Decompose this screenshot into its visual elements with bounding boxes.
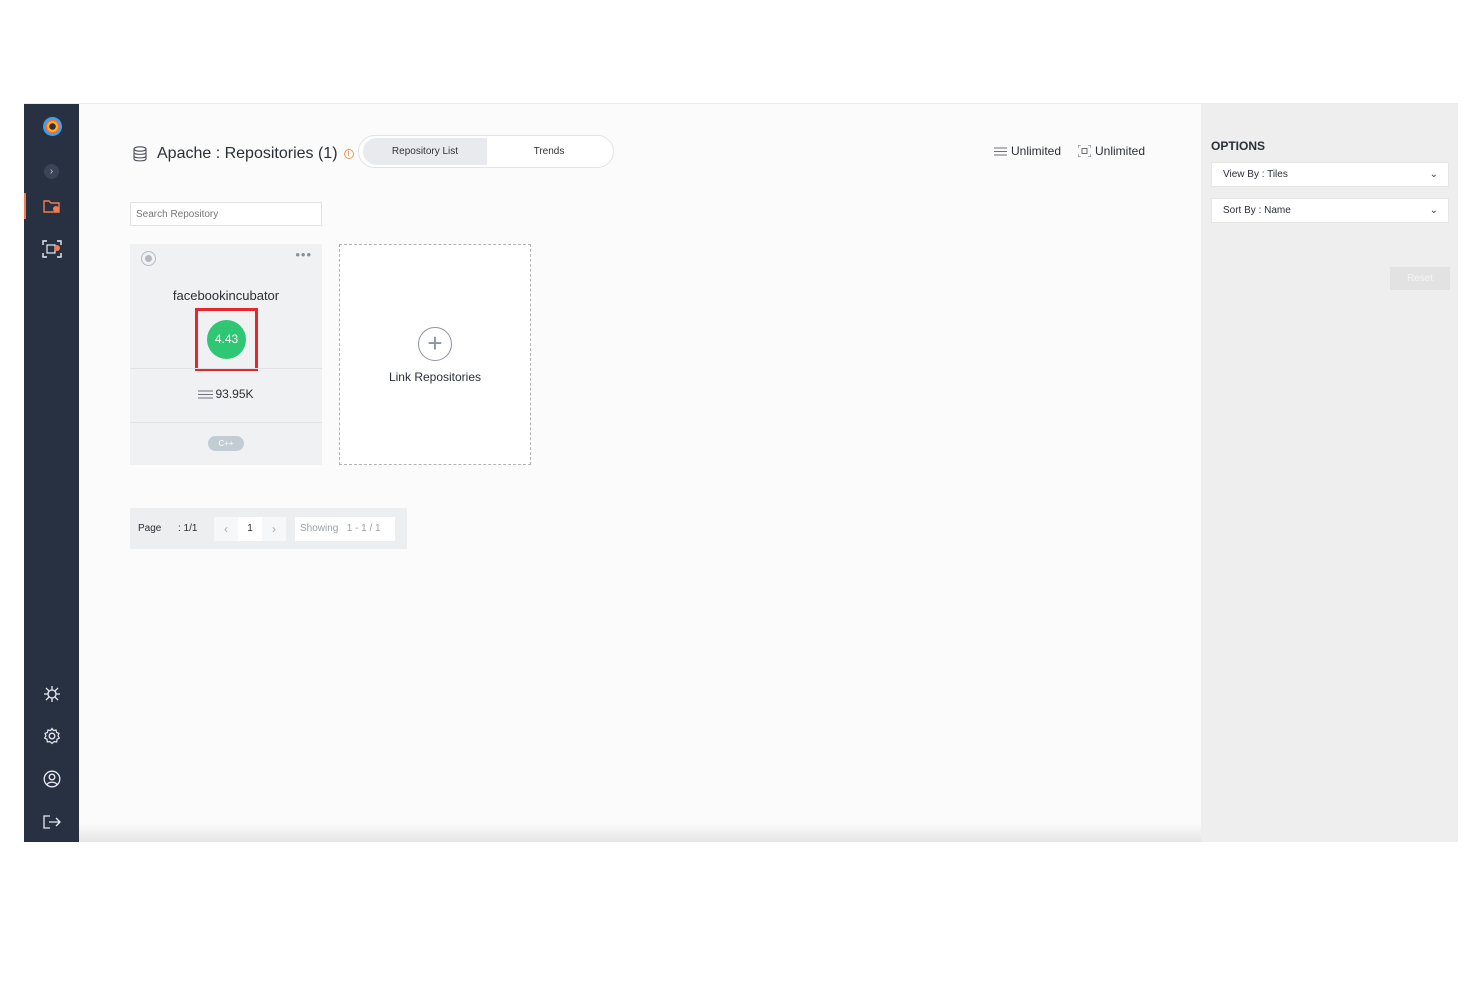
sidebar-item-integrations[interactable]: [24, 679, 79, 709]
scan-quota: Unlimited: [1078, 144, 1145, 158]
options-title: OPTIONS: [1211, 139, 1266, 153]
repository-card[interactable]: ••• facebookincubator 4.43 93.95K C++: [130, 244, 322, 465]
language-badge: C++: [208, 436, 244, 451]
app-logo-icon[interactable]: [43, 117, 62, 136]
view-by-value: View By : Tiles: [1223, 169, 1288, 180]
link-repositories-card[interactable]: + Link Repositories: [339, 244, 531, 465]
page-title: Apache : Repositories (1): [157, 145, 338, 162]
sort-by-value: Sort By : Name: [1223, 205, 1291, 216]
lines-icon: [994, 147, 1007, 155]
chevron-down-icon: ⌄: [1429, 205, 1438, 216]
tab-repository-list[interactable]: Repository List: [363, 138, 487, 165]
view-by-select[interactable]: View By : Tiles ⌄: [1211, 162, 1449, 187]
integrations-icon: [43, 686, 60, 702]
lines-of-code: 93.95K: [130, 387, 322, 401]
view-toggle: Repository List Trends: [358, 135, 614, 168]
app-window: › Apache: Repositories (1) i Repository…: [24, 103, 1458, 842]
showing-range: Showing 1 - 1 / 1: [295, 516, 395, 541]
search-input[interactable]: [130, 202, 322, 226]
link-repositories-label[interactable]: Link Repositories: [340, 370, 530, 384]
chevron-down-icon: ⌄: [1429, 169, 1438, 180]
chevron-left-icon[interactable]: ‹: [214, 516, 238, 541]
sidebar-item-repositories[interactable]: [24, 191, 79, 221]
github-icon: [141, 251, 156, 266]
sidebar-item-profile[interactable]: [24, 764, 79, 794]
main-content: Apache : Repositories (1) i Repository L…: [79, 104, 1201, 842]
pagination: Page : 1/1 ‹ 1 › Showing 1 - 1 / 1: [130, 508, 407, 549]
loc-quota-value: Unlimited: [1011, 144, 1062, 158]
sidebar-item-scan[interactable]: [24, 234, 79, 264]
page-label: Page: [138, 523, 162, 534]
scan-quota-icon: [1078, 145, 1091, 157]
settings-icon: [43, 727, 60, 745]
logout-icon: [42, 815, 61, 829]
repository-name[interactable]: facebookincubator: [130, 288, 322, 303]
lines-of-code-value: 93.95K: [215, 387, 254, 401]
bottom-shade: [79, 823, 1201, 842]
options-panel: OPTIONS View By : Tiles ⌄ Sort By : Name…: [1201, 104, 1458, 842]
more-options-icon[interactable]: •••: [295, 247, 312, 262]
sidebar: ›: [24, 104, 79, 842]
info-icon[interactable]: i: [343, 149, 354, 159]
showing-value: 1 - 1 / 1: [346, 522, 381, 534]
sort-by-select[interactable]: Sort By : Name ⌄: [1211, 198, 1449, 223]
card-divider: [130, 368, 322, 369]
page-count: : 1/1: [178, 523, 198, 534]
chevron-right-icon[interactable]: ›: [262, 516, 286, 541]
tab-trends[interactable]: Trends: [487, 138, 611, 165]
showing-label: Showing: [300, 522, 339, 534]
repositories-folder-icon: [42, 200, 60, 213]
score-badge[interactable]: 4.43: [207, 320, 246, 359]
scan-icon: [41, 240, 62, 258]
sidebar-item-settings[interactable]: [24, 721, 79, 751]
loc-quota: Unlimited: [994, 144, 1061, 158]
sidebar-item-logout[interactable]: [24, 807, 79, 837]
score-highlight: 4.43: [195, 308, 258, 371]
expand-sidebar-icon[interactable]: ›: [44, 164, 59, 179]
card-divider: [130, 422, 322, 423]
scan-quota-value: Unlimited: [1095, 144, 1146, 158]
lines-icon: [198, 390, 214, 399]
reset-button[interactable]: Reset: [1390, 267, 1450, 290]
page-header: Apache : Repositories (1) i: [133, 136, 354, 172]
plus-icon[interactable]: +: [418, 327, 452, 361]
current-page[interactable]: 1: [238, 516, 262, 541]
database-icon: [133, 146, 147, 162]
user-profile-icon: [43, 770, 60, 788]
